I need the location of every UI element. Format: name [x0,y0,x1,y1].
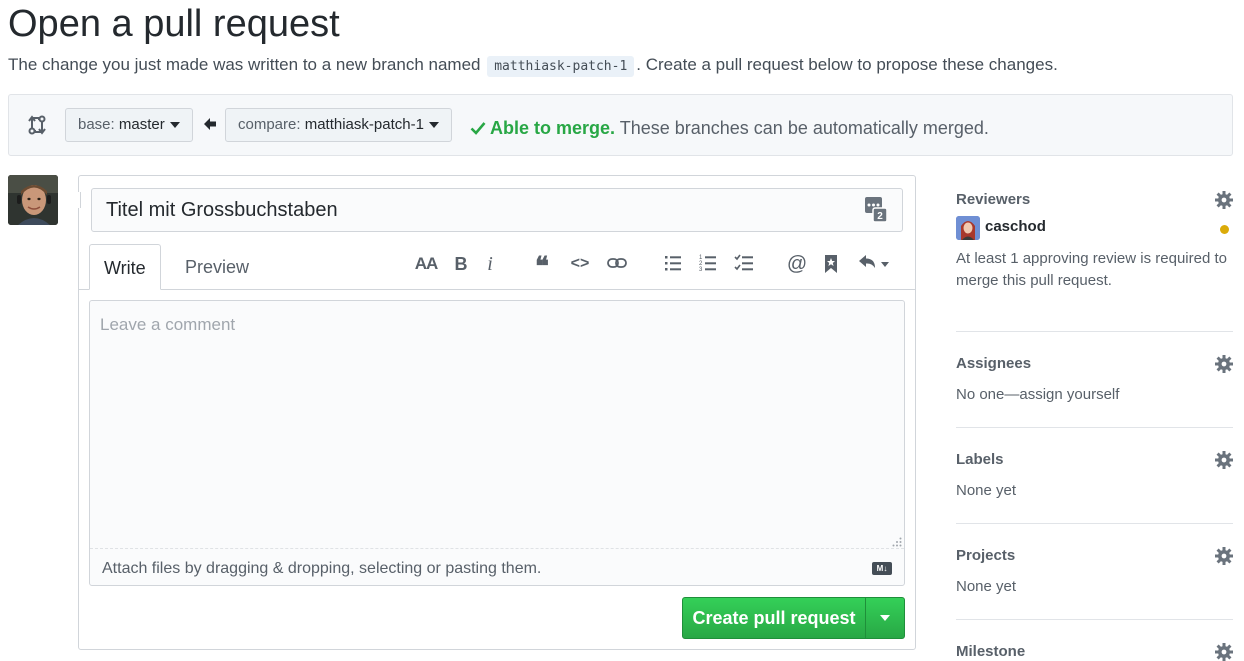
labels-section: Labels None yet [956,428,1233,524]
link-icon [607,258,627,268]
projects-section: Projects None yet [956,524,1233,620]
italic-button[interactable]: i [482,251,498,277]
link-button[interactable] [605,251,629,277]
base-value: master [118,116,165,133]
base-branch-select[interactable]: base: master [65,108,193,142]
pr-title-input[interactable] [91,188,903,232]
comment-textarea[interactable] [90,301,904,547]
tab-write[interactable]: Write [89,244,161,290]
compare-value: matthiask-patch-1 [304,116,424,133]
svg-text:2: 2 [877,211,883,222]
projects-heading[interactable]: Projects [956,546,1233,566]
reviewer-avatar [956,216,980,240]
create-pull-request-button[interactable]: Create pull request [682,597,905,639]
reviewer-avatar-image [956,216,980,240]
user-avatar[interactable] [8,175,58,225]
unordered-list-icon [665,256,681,271]
form-notch [78,192,81,208]
resize-grip-icon[interactable] [892,537,902,547]
reviewer-item[interactable]: caschod [956,216,1233,242]
gear-icon[interactable] [1215,547,1233,565]
page-subtitle: The change you just made was written to … [8,54,1058,78]
gear-icon[interactable] [1215,355,1233,373]
ordered-list-icon: 1 2 3 [699,255,716,272]
page-title: Open a pull request [8,3,340,45]
pending-review-dot [1220,225,1229,234]
compare-prefix: compare: [238,116,301,133]
bookmark-icon [825,255,837,273]
user-avatar-image [8,175,58,225]
merge-status-text: These branches can be automatically merg… [619,118,989,138]
bold-button[interactable]: B [451,251,471,277]
reference-button[interactable] [822,251,840,277]
arrow-left-icon [204,118,216,130]
unordered-list-button[interactable] [662,251,684,277]
chevron-down-icon [428,122,439,129]
pr-sidebar: Reviewers caschod At least 1 approving r… [956,190,1233,661]
review-requirement-note: At least 1 approving review is required … [956,250,1227,289]
saved-replies-icon[interactable]: 2 [865,197,887,223]
quote-button[interactable]: ❝ [530,251,554,281]
task-list-icon [734,254,753,271]
git-compare-icon [28,115,46,135]
base-prefix: base: [78,116,115,133]
comment-editor: Attach files by dragging & dropping, sel… [89,300,905,586]
labels-heading[interactable]: Labels [956,450,1233,470]
chevron-down-icon [880,615,890,621]
mention-button[interactable]: @ [785,251,809,277]
code-button[interactable]: <> [568,251,592,277]
assignees-heading[interactable]: Assignees [956,354,1233,374]
drop-zone-divider [90,548,904,549]
markdown-icon[interactable]: M↓ [872,562,892,575]
assignees-section: Assignees No one—assign yourself [956,332,1233,428]
task-list-button[interactable] [732,251,756,277]
merge-status: Able to merge. These branches can be aut… [470,117,989,139]
reviewer-name: caschod [985,218,1046,235]
compare-branch-select[interactable]: compare: matthiask-patch-1 [225,108,452,142]
gear-icon[interactable] [1215,191,1233,209]
subtitle-after: . Create a pull request below to propose… [636,55,1058,74]
projects-value: None yet [956,578,1017,595]
gear-icon[interactable] [1215,451,1233,469]
new-branch-name: matthiask-patch-1 [487,56,635,77]
tab-preview[interactable]: Preview [171,244,263,290]
create-pull-request-label: Create pull request [692,608,856,628]
reviewers-section: Reviewers caschod At least 1 approving r… [956,190,1233,332]
chevron-down-icon [169,122,180,129]
gear-icon[interactable] [1215,643,1233,661]
reply-button[interactable] [857,251,891,277]
heading-button[interactable]: AA [413,251,439,277]
branch-compare-bar: base: master compare: matthiask-patch-1 … [8,94,1233,156]
reviewers-heading[interactable]: Reviewers [956,190,1233,210]
subtitle-before: The change you just made was written to … [8,55,481,74]
merge-ok-label: Able to merge. [490,118,616,138]
check-icon [470,122,486,135]
assign-yourself-link[interactable]: No one—assign yourself [956,384,1233,406]
create-options-dropdown[interactable] [865,598,904,638]
svg-text:3: 3 [699,267,703,272]
labels-value: None yet [956,482,1017,499]
milestone-heading[interactable]: Milestone [956,642,1233,661]
ordered-list-button[interactable]: 1 2 3 [697,251,719,277]
reply-icon [859,255,889,268]
attach-files-hint[interactable]: Attach files by dragging & dropping, sel… [102,559,541,579]
milestone-section: Milestone [956,620,1233,661]
pull-request-form: 2 Write Preview AA B i ❝ <> 1 2 3 @ [78,175,916,650]
